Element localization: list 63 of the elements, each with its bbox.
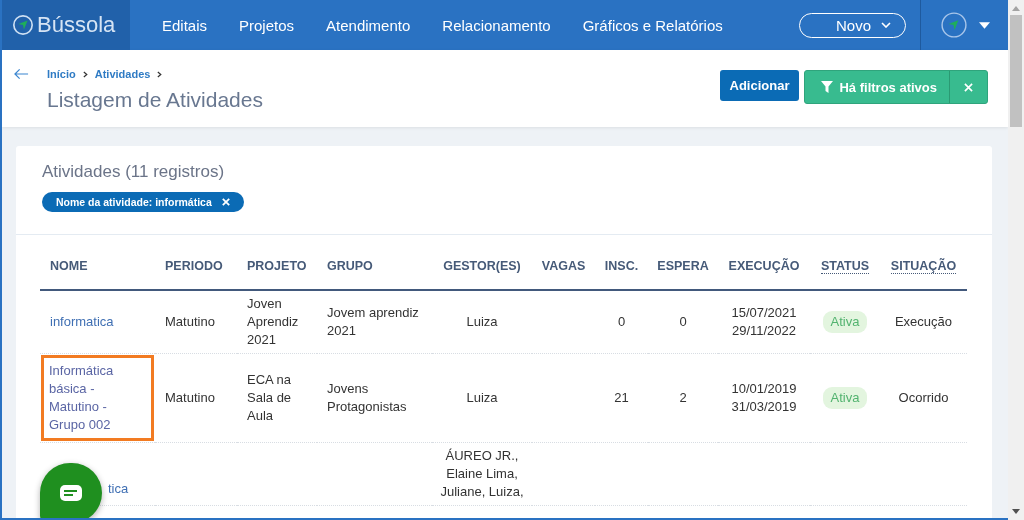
table-cell: 0 bbox=[617, 314, 626, 329]
table-cell: Luiza bbox=[466, 314, 498, 329]
column-header[interactable]: NOME bbox=[50, 259, 88, 273]
table-cell: Jovem aprendiz 2021 bbox=[327, 305, 419, 338]
chevron-right-icon bbox=[157, 70, 163, 78]
table-cell: Jovens Protagonistas bbox=[327, 381, 407, 414]
close-icon bbox=[964, 82, 973, 92]
table-cell: ÁUREO JR., Elaine Lima, Juliane, Luiza, bbox=[440, 448, 524, 499]
column-header[interactable]: STATUS bbox=[820, 259, 870, 274]
column-header[interactable]: GESTOR(ES) bbox=[443, 259, 521, 273]
breadcrumb-link[interactable]: Início bbox=[47, 68, 76, 80]
nav-menu-item[interactable]: Atendimento bbox=[326, 16, 411, 34]
chevron-right-icon bbox=[82, 70, 88, 78]
table-cell-text: 15/07/2021 bbox=[730, 304, 798, 322]
column-header[interactable]: INSC. bbox=[604, 259, 639, 273]
scroll-up-icon[interactable] bbox=[1012, 6, 1020, 11]
column-header[interactable]: PROJETO bbox=[247, 259, 307, 273]
table-cell: ECA na Sala de Aula bbox=[247, 372, 292, 423]
filter-icon bbox=[821, 81, 834, 93]
column-header[interactable]: SITUAÇÃO bbox=[890, 259, 957, 274]
column-header[interactable]: VAGAS bbox=[541, 259, 586, 273]
filter-chip[interactable]: Nome da atividade: informática bbox=[42, 192, 244, 212]
chevron-down-icon bbox=[881, 22, 891, 28]
table-cell: Ocorrido bbox=[898, 390, 949, 405]
avatar-icon bbox=[941, 12, 967, 38]
activity-name-link[interactable]: tica bbox=[102, 480, 135, 498]
card-title: Atividades (11 registros) bbox=[42, 162, 226, 182]
table-cell: Matutino bbox=[165, 314, 215, 329]
table-cell: Luiza bbox=[466, 390, 498, 405]
nav-menu-item[interactable]: Relacionamento bbox=[442, 16, 551, 34]
table-cell: 21 bbox=[614, 390, 629, 405]
status-badge: Ativa bbox=[822, 387, 868, 409]
activity-name-link[interactable]: informatica bbox=[44, 313, 120, 331]
column-header[interactable]: ESPERA bbox=[657, 259, 709, 273]
chat-icon bbox=[59, 484, 83, 502]
caret-icon bbox=[979, 21, 990, 29]
table-cell: 2 bbox=[679, 390, 687, 405]
status-badge: Ativa bbox=[822, 311, 868, 333]
brand-logo[interactable]: Bússola bbox=[2, 0, 130, 50]
scrollbar[interactable] bbox=[1008, 0, 1024, 520]
scroll-down-icon[interactable] bbox=[1012, 509, 1020, 514]
compass-icon bbox=[12, 14, 34, 36]
table-cell-text: 31/03/2019 bbox=[730, 398, 798, 416]
scrollbar-thumb[interactable] bbox=[1010, 15, 1022, 127]
table-cell-text: 29/11/2022 bbox=[730, 322, 798, 340]
brand-name: Bússola bbox=[37, 12, 116, 38]
column-header[interactable]: GRUPO bbox=[327, 259, 373, 273]
nav-menu-item[interactable]: Projetos bbox=[239, 16, 295, 34]
table-cell: Execução bbox=[894, 314, 953, 329]
table-cell-text: 10/01/2019 bbox=[730, 380, 798, 398]
add-button[interactable]: Adicionar bbox=[719, 70, 800, 101]
back-arrow-icon[interactable] bbox=[14, 68, 29, 80]
page-title: Listagem de Atividades bbox=[47, 88, 263, 112]
table-cell: Joven Aprendiz 2021 bbox=[247, 296, 299, 347]
table-cell: 0 bbox=[679, 314, 687, 329]
nav-menu-item[interactable]: Editais bbox=[162, 16, 208, 34]
breadcrumb-link[interactable]: Atividades bbox=[94, 68, 151, 80]
column-header[interactable]: EXECUÇÃO bbox=[728, 259, 800, 273]
column-header[interactable]: PERIODO bbox=[165, 259, 223, 273]
nav-menu-item[interactable]: Gráficos e Relatórios bbox=[582, 16, 723, 34]
activity-name-link[interactable]: Informática básica - Matutino - Grupo 002 bbox=[44, 358, 151, 438]
close-icon[interactable] bbox=[221, 198, 230, 206]
table-cell: Matutino bbox=[165, 390, 215, 405]
